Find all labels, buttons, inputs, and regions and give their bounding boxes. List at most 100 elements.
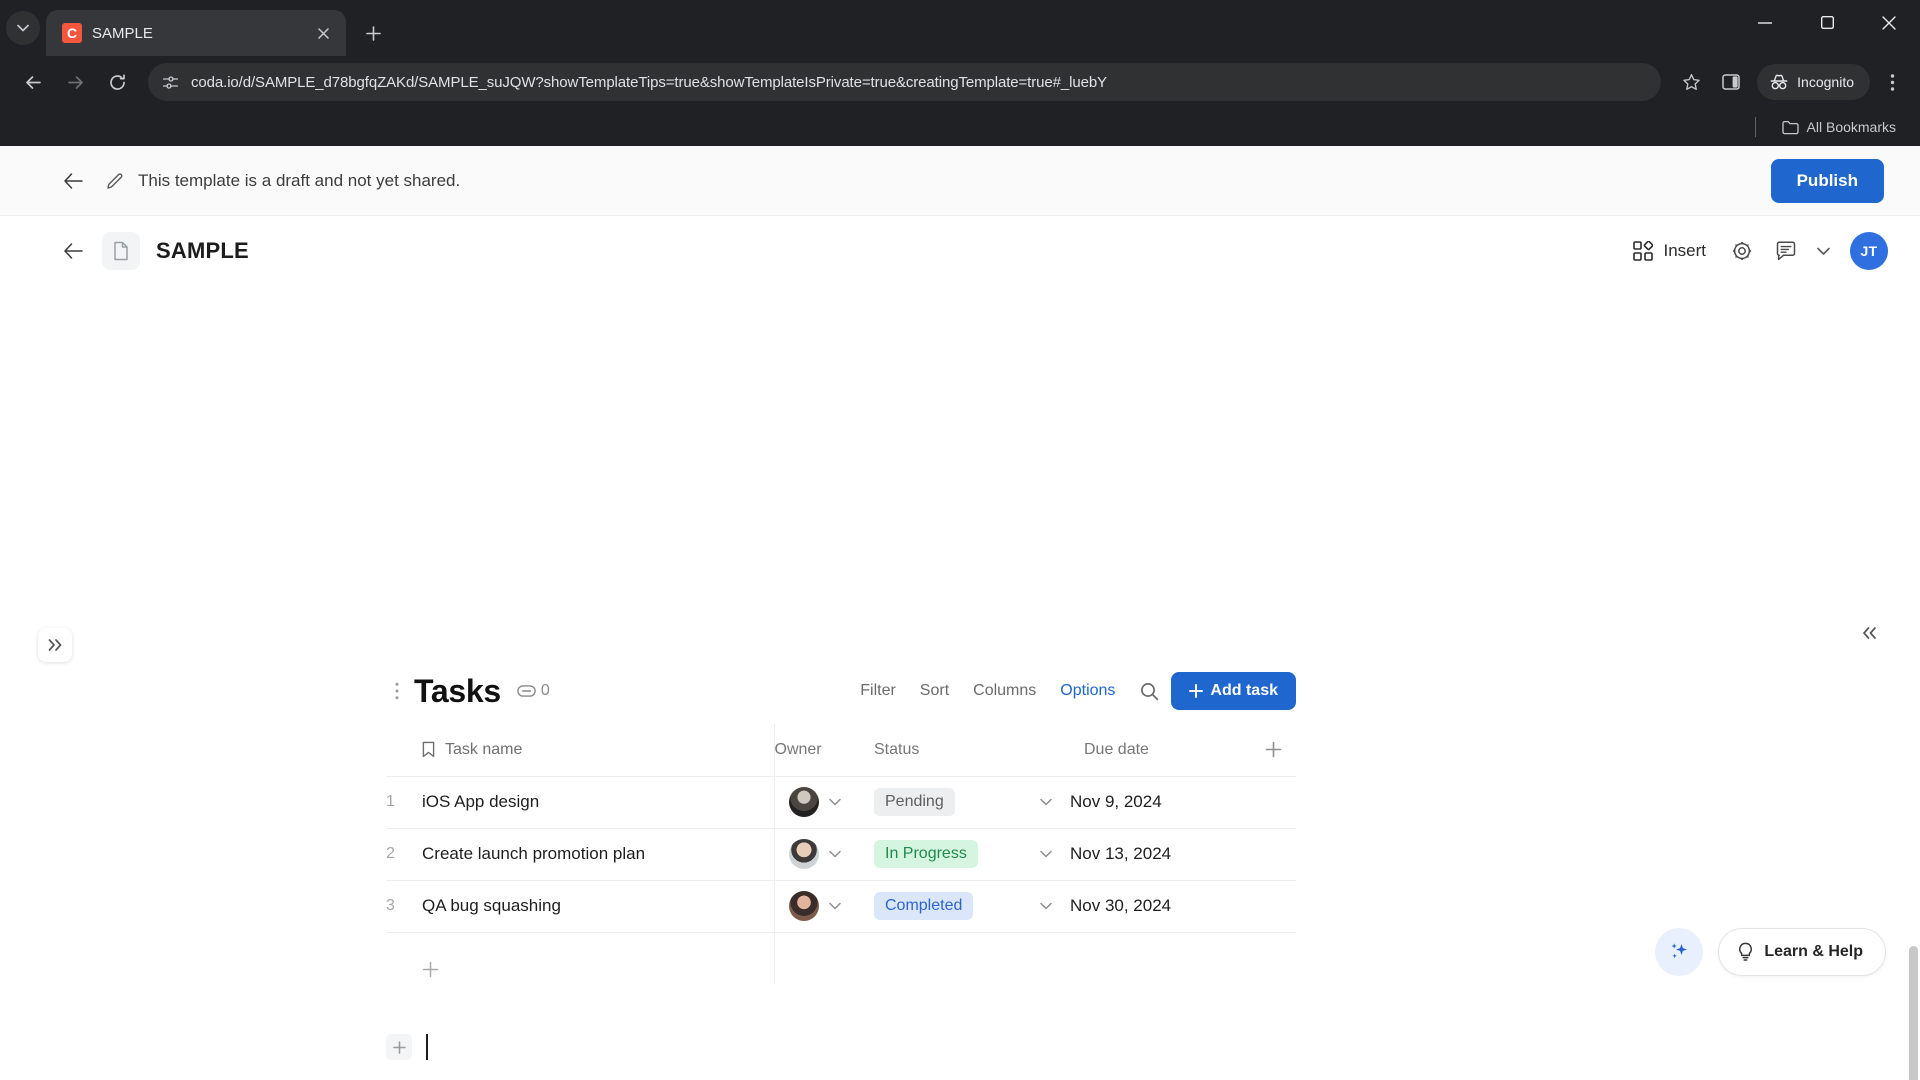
- avatar[interactable]: JT: [1850, 232, 1888, 270]
- minimize-icon[interactable]: [1734, 0, 1796, 45]
- add-row-status-spacer: [874, 932, 1070, 984]
- doc-canvas: Tasks 0 Filter Sort Columns Options Add …: [0, 286, 1920, 1080]
- draft-back-icon[interactable]: [56, 164, 90, 198]
- doc-back-icon[interactable]: [56, 234, 90, 268]
- cell-owner[interactable]: [773, 776, 874, 829]
- table-row[interactable]: 1 iOS App design Pending Nov 9, 2024: [386, 776, 1296, 829]
- folder-icon: [1781, 120, 1799, 135]
- bookmark-star-icon[interactable]: [1673, 64, 1709, 100]
- table-head: Task name Owner Status Due date: [386, 724, 1296, 777]
- insert-block-row: [386, 1034, 428, 1060]
- table-header-row: Task name Owner Status Due date: [386, 724, 1296, 777]
- tab-title: SAMPLE: [92, 24, 153, 42]
- site-settings-icon[interactable]: [162, 74, 179, 91]
- row-number-header: [386, 724, 422, 777]
- add-row[interactable]: [386, 932, 1296, 984]
- add-task-button[interactable]: Add task: [1171, 672, 1296, 710]
- filter-button[interactable]: Filter: [848, 675, 908, 707]
- options-button[interactable]: Options: [1048, 675, 1127, 707]
- chevron-down-icon[interactable]: [1040, 850, 1070, 858]
- cell-due-date[interactable]: Nov 9, 2024: [1070, 776, 1250, 829]
- publish-button[interactable]: Publish: [1770, 158, 1884, 203]
- columns-button[interactable]: Columns: [961, 675, 1048, 707]
- search-icon[interactable]: [1131, 674, 1167, 708]
- chevron-down-icon[interactable]: [1040, 798, 1070, 806]
- chevron-down-icon[interactable]: [828, 850, 841, 858]
- address-bar[interactable]: coda.io/d/SAMPLE_d78bgfqZAKd/SAMPLE_suJQ…: [148, 63, 1662, 101]
- column-header-due-date[interactable]: Due date: [1070, 724, 1250, 777]
- add-row-owner-spacer: [773, 932, 874, 984]
- chevron-down-icon[interactable]: [828, 902, 841, 910]
- bookmark-icon: [422, 741, 435, 758]
- settings-gear-icon[interactable]: [1724, 233, 1760, 269]
- status-badge: In Progress: [874, 840, 978, 868]
- close-icon[interactable]: [312, 22, 334, 44]
- draft-banner: This template is a draft and not yet sha…: [0, 146, 1920, 216]
- collapse-right-panel-button[interactable]: [1852, 616, 1886, 650]
- learn-and-help-button[interactable]: Learn & Help: [1718, 928, 1886, 976]
- all-bookmarks-button[interactable]: All Bookmarks: [1774, 115, 1904, 139]
- incognito-profile-chip[interactable]: Incognito: [1757, 64, 1870, 100]
- table-row[interactable]: 3 QA bug squashing Completed Nov 30, 202…: [386, 880, 1296, 933]
- cell-task-name[interactable]: iOS App design: [422, 776, 774, 829]
- cell-due-date[interactable]: Nov 13, 2024: [1070, 828, 1250, 881]
- table-title[interactable]: Tasks: [414, 673, 501, 710]
- plus-icon: [1189, 684, 1204, 698]
- add-column-button[interactable]: [1250, 724, 1296, 777]
- tab-search-icon[interactable]: [6, 11, 40, 45]
- cell-task-name[interactable]: QA bug squashing: [422, 880, 774, 933]
- row-end-spacer: [1250, 880, 1296, 933]
- ai-assistant-button[interactable]: [1655, 928, 1703, 976]
- cell-owner[interactable]: [773, 880, 874, 933]
- chevron-down-icon[interactable]: [828, 798, 841, 806]
- column-header-label: Task name: [445, 740, 523, 758]
- cell-task-name[interactable]: Create launch promotion plan: [422, 828, 774, 881]
- window-controls: [1734, 0, 1920, 56]
- coda-favicon: C: [62, 23, 82, 43]
- sort-button[interactable]: Sort: [908, 675, 961, 707]
- expand-sidebar-button[interactable]: [38, 628, 72, 662]
- coda-app: This template is a draft and not yet sha…: [0, 146, 1920, 1080]
- cell-status[interactable]: In Progress: [874, 828, 1070, 881]
- side-panel-icon[interactable]: [1713, 64, 1749, 100]
- back-icon[interactable]: [14, 63, 52, 101]
- cell-status[interactable]: Pending: [874, 776, 1070, 829]
- column-header-owner[interactable]: Owner: [773, 724, 874, 777]
- tasks-table-block: Tasks 0 Filter Sort Columns Options Add …: [386, 666, 1296, 984]
- incognito-icon: [1769, 74, 1789, 90]
- tasks-table: Task name Owner Status Due date 1 iOS Ap…: [386, 724, 1296, 984]
- document-icon[interactable]: [102, 232, 140, 270]
- learn-and-help-label: Learn & Help: [1764, 943, 1863, 960]
- status-badge: Completed: [874, 892, 974, 920]
- add-row-button[interactable]: [422, 932, 774, 984]
- table-row[interactable]: 2 Create launch promotion plan In Progre…: [386, 828, 1296, 881]
- drag-handle-icon[interactable]: [386, 682, 408, 700]
- reload-icon[interactable]: [98, 63, 136, 101]
- lightbulb-icon: [1737, 942, 1754, 962]
- chevron-down-icon[interactable]: [1040, 902, 1070, 910]
- close-window-icon[interactable]: [1858, 0, 1920, 45]
- column-header-status[interactable]: Status: [874, 724, 1070, 777]
- link-icon: [517, 685, 536, 697]
- insert-icon: [1633, 241, 1654, 261]
- comments-icon[interactable]: [1768, 233, 1804, 269]
- new-tab-button[interactable]: [356, 16, 390, 50]
- draft-message: This template is a draft and not yet sha…: [138, 170, 461, 190]
- linked-references[interactable]: 0: [517, 682, 550, 700]
- maximize-icon[interactable]: [1796, 0, 1858, 45]
- chevron-down-icon[interactable]: [1812, 233, 1834, 269]
- cell-due-date[interactable]: Nov 30, 2024: [1070, 880, 1250, 933]
- vertical-scrollbar[interactable]: [1909, 946, 1918, 1080]
- incognito-label: Incognito: [1797, 74, 1854, 90]
- column-header-task-name[interactable]: Task name: [422, 724, 774, 777]
- cell-owner[interactable]: [773, 828, 874, 881]
- forward-icon[interactable]: [56, 63, 94, 101]
- browser-toolbar: coda.io/d/SAMPLE_d78bgfqZAKd/SAMPLE_suJQ…: [0, 56, 1920, 108]
- cell-status[interactable]: Completed: [874, 880, 1070, 933]
- doc-header: SAMPLE Insert JT: [0, 216, 1920, 286]
- owner-avatar: [788, 839, 819, 869]
- chrome-menu-icon[interactable]: [1874, 64, 1910, 100]
- insert-block-button[interactable]: [386, 1034, 412, 1060]
- browser-tab[interactable]: C SAMPLE: [46, 10, 346, 56]
- insert-button[interactable]: Insert: [1623, 235, 1716, 267]
